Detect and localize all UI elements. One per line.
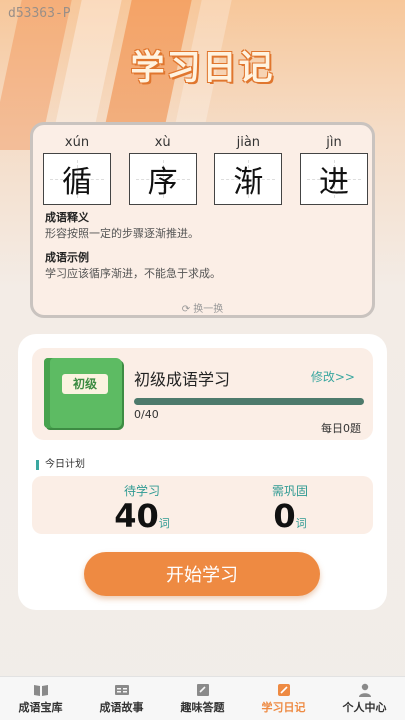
example-title: 成语示例 [45,251,89,264]
review-unit: 词 [295,517,307,530]
idiom-char-2: xù 序 [128,133,197,205]
tab-idiom-stories[interactable]: 成语故事 [81,677,162,720]
idiom-characters: xún 循 xù 序 jiàn 渐 jìn 进 [43,133,368,205]
book-label: 初级 [62,374,108,394]
story-icon [114,684,129,695]
level-name: 初级成语学习 [134,370,231,389]
bottom-tab-bar: 成语宝库 成语故事 趣味答题 学习日记 个人中心 [0,676,405,720]
pinyin: xún [64,135,90,150]
tab-label: 个人中心 [342,700,387,714]
level-card: 初级 初级成语学习 修改>> 0/40 每日0题 [32,348,373,440]
pinyin: xù [154,135,171,150]
idiom-card: xún 循 xù 序 jiàn 渐 jìn 进 成语释义 形容按照一定的步骤逐渐… [30,122,375,318]
refresh-icon: ⟳ [181,304,191,315]
study-card: 初级 初级成语学习 修改>> 0/40 每日0题 今日计划 待学习 40词 需巩… [18,334,387,610]
quiz-icon [196,683,209,696]
meaning-text: 形容按照一定的步骤逐渐推进。 [45,227,199,240]
char-box: 循 [43,153,111,205]
example-text: 学习应该循序渐进，不能急于求成。 [45,267,221,280]
watermark: d53363-P [8,6,71,21]
tab-label: 成语故事 [99,700,144,714]
tab-label: 成语宝库 [18,700,63,714]
start-study-button[interactable]: 开始学习 [84,552,320,596]
diary-icon [277,683,290,696]
progress-text: 0/40 [134,408,159,421]
meaning-title: 成语释义 [45,211,89,224]
tab-label: 学习日记 [261,700,306,714]
pinyin: jìn [326,135,342,150]
idiom-char-4: jìn 进 [299,133,368,205]
review-count: 0 [273,497,296,535]
pinyin: jiàn [236,135,261,150]
tab-idiom-library[interactable]: 成语宝库 [0,677,81,720]
progress-bar [134,398,364,405]
pending-stat: 待学习 40词 [82,482,202,533]
tab-fun-quiz[interactable]: 趣味答题 [162,677,243,720]
book-icon [33,684,48,696]
idiom-char-1: xún 循 [43,133,111,205]
book-icon: 初级 [44,358,122,428]
tab-label: 趣味答题 [180,700,225,714]
pending-count: 40 [114,497,159,535]
plan-box: 待学习 40词 需巩固 0词 [32,476,373,534]
tab-profile[interactable]: 个人中心 [324,677,405,720]
char-box: 序 [128,153,197,205]
refresh-label: 换一换 [193,304,224,315]
refresh-button[interactable]: ⟳ 换一换 [33,300,372,315]
user-icon [358,683,371,697]
plan-label: 今日计划 [36,460,85,470]
pending-unit: 词 [158,517,170,530]
daily-goal: 每日0题 [321,422,361,435]
page-title: 学习日记 [130,48,275,88]
char-box: 渐 [214,153,283,205]
char-box: 进 [299,153,368,205]
review-stat: 需巩固 0词 [230,482,350,533]
tab-study-diary[interactable]: 学习日记 [243,677,324,720]
idiom-char-3: jiàn 渐 [214,133,283,205]
modify-link[interactable]: 修改>> [311,368,355,385]
